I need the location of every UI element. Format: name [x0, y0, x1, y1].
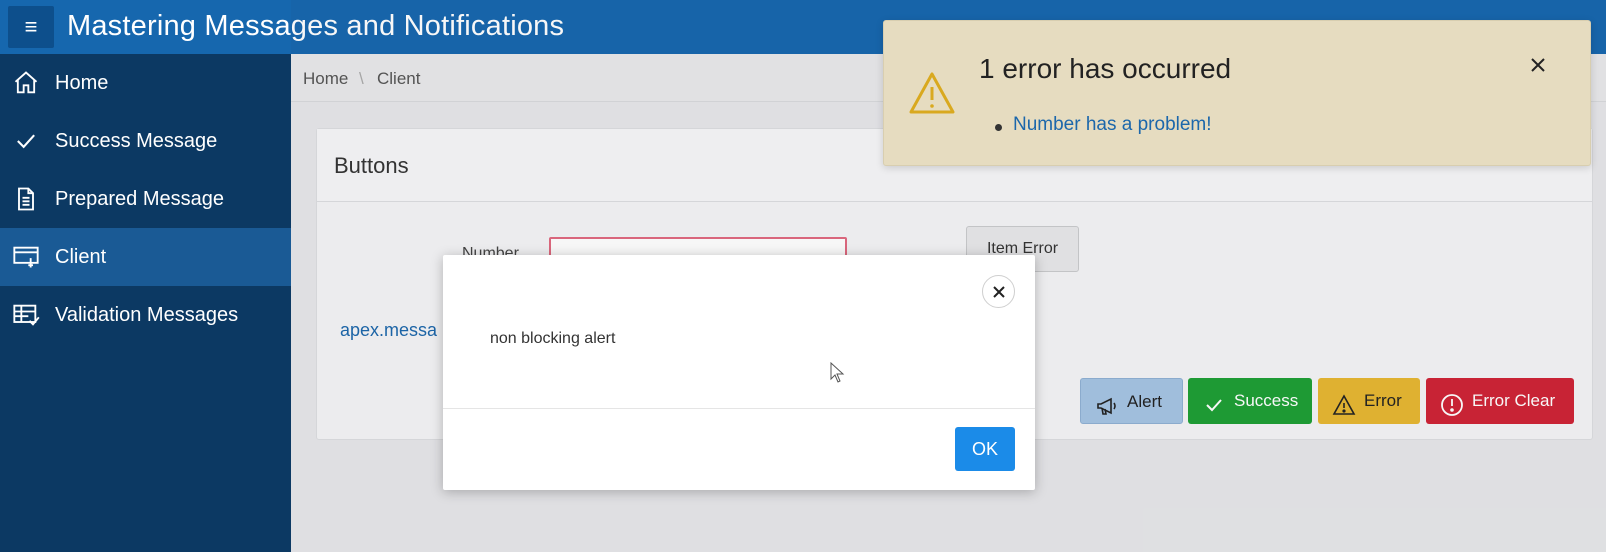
- dialog-divider: [443, 408, 1035, 409]
- close-icon: [992, 286, 1005, 298]
- client-icon: [12, 243, 40, 271]
- close-icon: [1531, 58, 1545, 72]
- sidebar-item-label: Validation Messages: [55, 304, 239, 326]
- check-icon: [12, 127, 40, 155]
- sidebar-item-label: Client: [55, 246, 107, 268]
- dialog-message: non blocking alert: [490, 330, 616, 347]
- warning-icon: [909, 72, 955, 114]
- alert-dialog: non blocking alert OK: [443, 255, 1035, 490]
- error-item-link[interactable]: Number has a problem!: [1013, 114, 1212, 136]
- sidebar-item-validation-messages[interactable]: Validation Messages: [0, 286, 291, 344]
- sidebar-item-label: Prepared Message: [55, 188, 224, 210]
- sidebar-item-label: Home: [55, 72, 109, 94]
- document-icon: [12, 185, 40, 213]
- ok-button[interactable]: OK: [955, 427, 1015, 471]
- dialog-close-button[interactable]: [982, 275, 1015, 308]
- sidebar-item-home[interactable]: Home: [0, 54, 291, 112]
- hamburger-icon: ≡: [24, 14, 38, 39]
- notification-close-button[interactable]: [1530, 57, 1550, 77]
- sidebar-item-prepared-message[interactable]: Prepared Message: [0, 170, 291, 228]
- bullet: [995, 124, 1002, 131]
- table-check-icon: [12, 301, 40, 329]
- notification-title: 1 error has occurred: [979, 53, 1232, 84]
- sidebar-item-client[interactable]: Client: [0, 228, 291, 286]
- home-icon: [12, 69, 40, 97]
- hamburger-menu-button[interactable]: ≡: [8, 6, 54, 48]
- error-notification: 1 error has occurred Number has a proble…: [883, 20, 1591, 166]
- mouse-cursor-icon: [830, 362, 845, 383]
- sidebar-item-success-message[interactable]: Success Message: [0, 112, 291, 170]
- sidebar-nav: Home Success Message Prepared Message Cl…: [0, 54, 291, 552]
- sidebar-item-label: Success Message: [55, 130, 218, 152]
